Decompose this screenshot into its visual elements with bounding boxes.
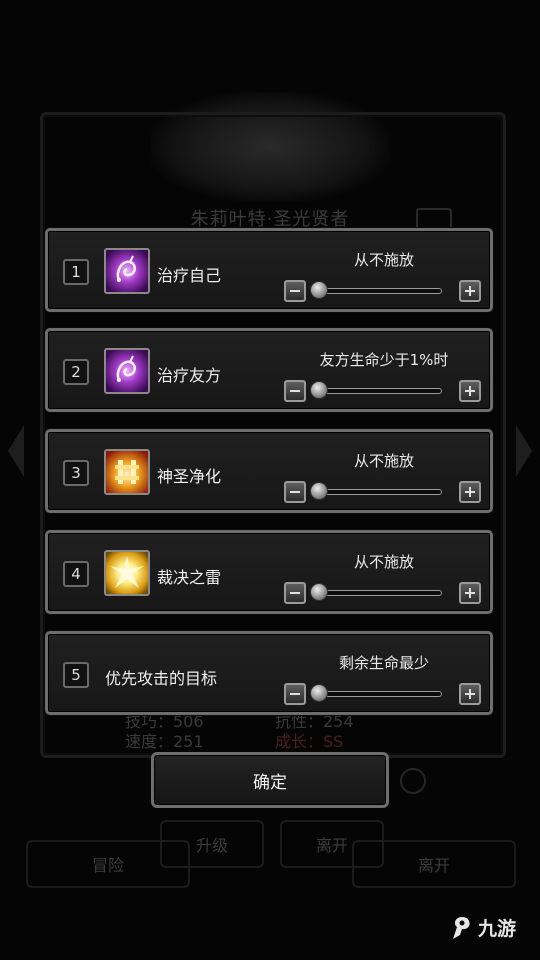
skill-name: 治疗自己 xyxy=(157,266,222,285)
target-priority-label: 优先攻击的目标 xyxy=(105,669,218,688)
increase-button[interactable] xyxy=(459,481,481,503)
previous-hero-arrow-icon xyxy=(8,425,24,477)
stat-growth: 成长：SS xyxy=(275,732,344,751)
skill-number: 3 xyxy=(63,460,89,486)
increase-button[interactable] xyxy=(459,280,481,302)
condition-slider[interactable] xyxy=(314,288,442,294)
condition-slider[interactable] xyxy=(314,590,442,596)
condition-slider[interactable] xyxy=(314,489,442,495)
skill-name: 治疗友方 xyxy=(157,366,222,385)
watermark: 九游 xyxy=(450,914,516,941)
decrease-button[interactable] xyxy=(284,683,306,705)
increase-button[interactable] xyxy=(459,582,481,604)
cast-condition: 从不施放 xyxy=(353,452,414,470)
target-condition: 剩余生命最少 xyxy=(338,654,429,672)
leave-town-button: 离开 xyxy=(352,840,516,888)
holy-purify-icon xyxy=(104,449,150,495)
healing-swirl-icon xyxy=(104,348,150,394)
watermark-logo-icon xyxy=(453,916,470,939)
healing-swirl-icon xyxy=(104,248,150,294)
adventure-button: 冒险 xyxy=(26,840,190,888)
increase-button[interactable] xyxy=(459,683,481,705)
hero-stats: 技巧：506 抗性：254 速度：251 成长：SS xyxy=(125,712,425,752)
decrease-button[interactable] xyxy=(284,481,306,503)
skill-panel-3: 3 神圣净化 从不施放 xyxy=(45,429,493,513)
stat-resistance: 抗性：254 xyxy=(275,712,354,731)
slider-knob[interactable] xyxy=(310,583,328,601)
slider-knob[interactable] xyxy=(310,482,328,500)
skill-number: 1 xyxy=(63,259,89,285)
add-circle-icon xyxy=(400,768,426,794)
skill-number: 2 xyxy=(63,359,89,385)
next-hero-arrow-icon xyxy=(516,425,532,477)
stat-skill: 技巧：506 xyxy=(125,712,204,731)
decrease-button[interactable] xyxy=(284,280,306,302)
cast-condition: 从不施放 xyxy=(353,553,414,571)
slider-knob[interactable] xyxy=(310,684,328,702)
skill-name: 裁决之雷 xyxy=(157,568,222,587)
watermark-text: 九游 xyxy=(478,918,517,940)
skill-panel-2: 2 治疗友方 友方生命少于1%时 xyxy=(45,328,493,412)
stat-speed: 速度：251 xyxy=(125,732,204,751)
skill-name: 神圣净化 xyxy=(157,467,222,486)
skill-number: 4 xyxy=(63,561,89,587)
condition-slider[interactable] xyxy=(314,691,442,697)
decrease-button[interactable] xyxy=(284,380,306,402)
cast-condition: 从不施放 xyxy=(353,251,414,269)
slider-knob[interactable] xyxy=(310,381,328,399)
condition-slider[interactable] xyxy=(314,388,442,394)
decrease-button[interactable] xyxy=(284,582,306,604)
skill-panel-4: 4 裁决之雷 从不施放 xyxy=(45,530,493,614)
skill-panel-1: 1 治疗自己 从不施放 xyxy=(45,228,493,312)
target-priority-panel: 5 优先攻击的目标 剩余生命最少 xyxy=(45,631,493,715)
skill-number: 5 xyxy=(63,662,89,688)
cast-condition: 友方生命少于1%时 xyxy=(319,351,449,369)
increase-button[interactable] xyxy=(459,380,481,402)
confirm-button[interactable]: 确定 xyxy=(151,752,389,808)
thunder-judgement-icon xyxy=(104,550,150,596)
slider-knob[interactable] xyxy=(310,281,328,299)
